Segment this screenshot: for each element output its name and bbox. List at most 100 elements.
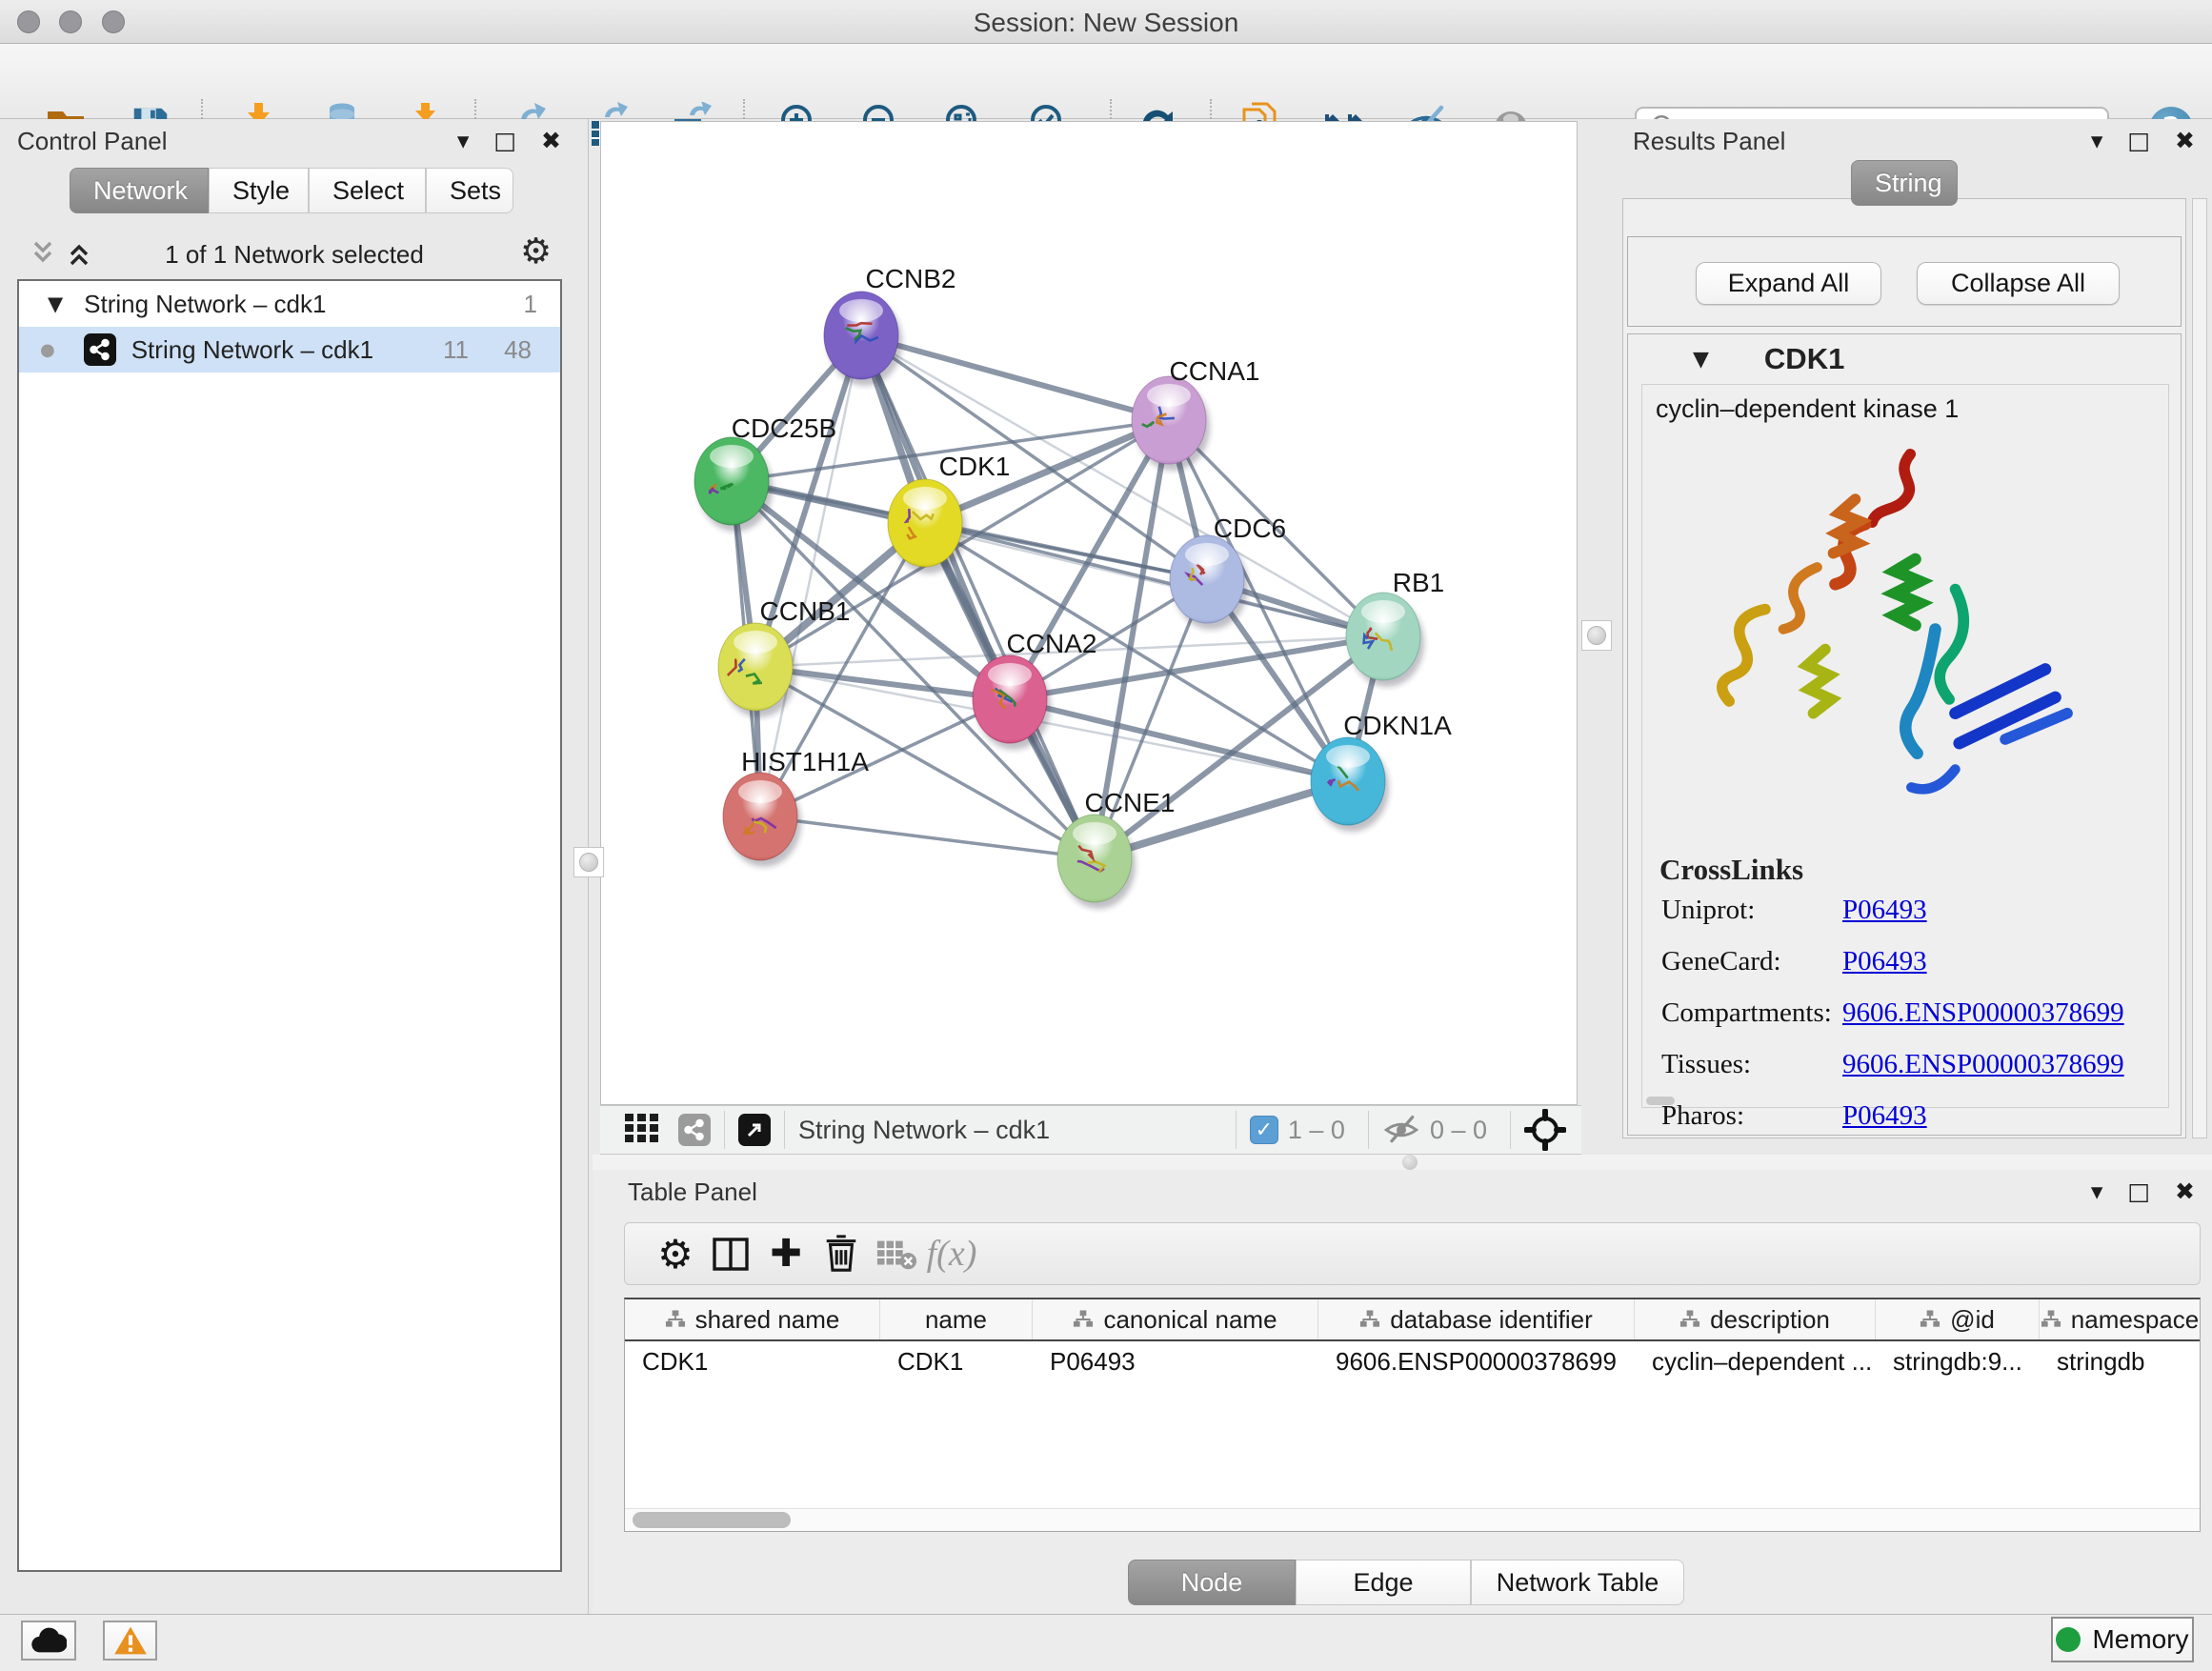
column-label: @id <box>1950 1305 1995 1335</box>
tab-sets[interactable]: Sets <box>426 168 513 213</box>
hidden-nodes-edges-count: 0 – 0 <box>1430 1116 1487 1145</box>
warning-status-button[interactable] <box>103 1621 157 1661</box>
node-CCNB1[interactable]: CCNB1 <box>718 596 850 717</box>
network-view-canvas[interactable]: CCNB2 CCNA1 CDC25B CDK1 CDC6 RB1 CCNB1 <box>600 121 1578 1105</box>
column-header[interactable]: shared name <box>625 1299 880 1339</box>
plus-icon: ✚ <box>770 1232 802 1276</box>
collapse-all-button[interactable]: Collapse All <box>1917 262 2120 305</box>
right-splitter-handle[interactable] <box>1581 620 1612 651</box>
node-CCNB2[interactable]: CCNB2 <box>824 264 955 386</box>
node-HIST1H1A[interactable]: HIST1H1A <box>723 747 869 867</box>
memory-button[interactable]: Memory <box>2051 1617 2194 1662</box>
check-icon: ✓ <box>1256 1118 1273 1142</box>
node-label-RB1: RB1 <box>1393 568 1444 597</box>
panel-close-icon[interactable]: ✖ <box>2175 1178 2195 1205</box>
tab-edge-table[interactable]: Edge Table <box>1296 1560 1471 1605</box>
tab-string[interactable]: String <box>1851 160 1958 206</box>
network-tree: ▼ String Network – cdk1 1 ● String Netwo… <box>17 279 562 1572</box>
tab-network[interactable]: Network <box>70 168 209 213</box>
tab-node-table[interactable]: Node Table <box>1128 1560 1296 1605</box>
node-CCNE1[interactable]: CCNE1 <box>1057 788 1175 909</box>
network-collection-row[interactable]: ▼ String Network – cdk1 1 <box>19 281 560 327</box>
cell-namespace[interactable]: stringdb <box>2040 1347 2200 1377</box>
cell-id[interactable]: stringdb:9... <box>1876 1347 2040 1377</box>
column-header[interactable]: @id <box>1876 1299 2040 1339</box>
crosslink-link[interactable]: 9606.ENSP00000378699 <box>1842 997 2124 1029</box>
crosslink-label: GeneCard: <box>1661 946 1781 977</box>
panel-menu-icon[interactable]: ▾ <box>2091 1178 2103 1205</box>
cell-description[interactable]: cyclin–dependent ... <box>1635 1347 1876 1377</box>
panel-menu-icon[interactable]: ▾ <box>2091 127 2103 154</box>
string-view-icon[interactable] <box>678 1114 711 1146</box>
collection-expander-icon[interactable]: ▼ <box>48 292 63 315</box>
column-label: database identifier <box>1390 1305 1592 1335</box>
node-label-HIST1H1A: HIST1H1A <box>741 747 869 776</box>
panel-float-icon[interactable]: □ <box>2127 1178 2150 1205</box>
column-header[interactable]: canonical name <box>1033 1299 1318 1339</box>
hidden-eye-slash-icon <box>1382 1114 1420 1146</box>
tab-network-table[interactable]: Network Table <box>1471 1560 1684 1605</box>
cell-name[interactable]: CDK1 <box>880 1347 1033 1377</box>
results-panel-window-buttons: ▾ □ ✖ <box>2091 127 2195 154</box>
cell-database-identifier[interactable]: 9606.ENSP00000378699 <box>1318 1347 1635 1377</box>
node-RB1[interactable]: RB1 <box>1346 568 1444 687</box>
string-network-graph[interactable]: CCNB2 CCNA1 CDC25B CDK1 CDC6 RB1 CCNB1 <box>601 122 1577 1104</box>
network-row-selected[interactable]: ● String Network – cdk1 11 48 <box>19 327 560 372</box>
column-label: namespace <box>2071 1305 2199 1335</box>
crosslink-link[interactable]: 9606.ENSP00000378699 <box>1842 1049 2124 1080</box>
crosshair-icon[interactable] <box>1524 1109 1566 1151</box>
crosslink-link[interactable]: P06493 <box>1842 895 1927 926</box>
column-header[interactable]: namespace <box>2040 1299 2200 1339</box>
left-splitter-handle[interactable] <box>573 847 604 877</box>
crosslink-link[interactable]: P06493 <box>1842 946 1927 977</box>
node-CDKN1A[interactable]: CDKN1A <box>1311 711 1452 832</box>
cell-canonical-name[interactable]: P06493 <box>1033 1347 1318 1377</box>
splitter-grip-icon[interactable] <box>1402 1155 1418 1170</box>
apply-function-button[interactable]: f(x) <box>924 1228 979 1279</box>
section-expander-icon[interactable]: ▼ <box>1693 348 1709 372</box>
table-scrollbar-track[interactable] <box>625 1508 2200 1531</box>
table-settings-button[interactable]: ⚙ <box>648 1228 703 1279</box>
network-options-gear-icon[interactable]: ⚙ <box>520 231 552 272</box>
cloud-status-button[interactable] <box>21 1621 76 1661</box>
tab-select[interactable]: Select <box>309 168 426 213</box>
panel-float-icon[interactable]: □ <box>2127 127 2150 154</box>
footer-separator <box>1510 1111 1511 1149</box>
edge-HIST1H1A-CCNE1[interactable] <box>760 816 1095 858</box>
show-columns-button[interactable] <box>703 1228 758 1279</box>
column-header[interactable]: database identifier <box>1318 1299 1635 1339</box>
memory-status-dot-icon <box>2056 1627 2081 1652</box>
column-header[interactable]: description <box>1635 1299 1876 1339</box>
expand-all-button[interactable]: Expand All <box>1696 262 1881 305</box>
edge-CCNB2-CCNA1[interactable] <box>861 335 1169 420</box>
panel-menu-icon[interactable]: ▾ <box>457 127 470 154</box>
panel-close-icon[interactable]: ✖ <box>2175 127 2195 154</box>
cell-shared-name[interactable]: CDK1 <box>625 1347 880 1377</box>
horizontal-splitter[interactable] <box>593 1155 2212 1170</box>
node-label-CCNE1: CCNE1 <box>1085 788 1176 817</box>
panel-close-icon[interactable]: ✖ <box>541 127 561 154</box>
panel-float-icon[interactable]: □ <box>493 127 516 154</box>
hierarchy-icon <box>1920 1310 1941 1329</box>
table-scrollbar-thumb[interactable] <box>633 1512 791 1528</box>
delete-table-icon <box>875 1235 917 1273</box>
gene-section-header[interactable]: ▼ CDK1 <box>1628 334 2181 384</box>
table-toolbar: ⚙ ✚ <box>624 1222 2201 1285</box>
edge-CCNB2-CCNE1[interactable] <box>861 335 1095 858</box>
delete-column-button[interactable] <box>814 1228 869 1279</box>
column-header[interactable]: name <box>880 1299 1033 1339</box>
node-label-CCNA1: CCNA1 <box>1170 356 1260 386</box>
table-row[interactable]: CDK1 CDK1 P06493 9606.ENSP00000378699 cy… <box>625 1341 2200 1381</box>
node-CCNA1[interactable]: CCNA1 <box>1132 356 1259 471</box>
edge-CCNB2-HIST1H1A[interactable] <box>760 335 861 816</box>
delete-table-button[interactable] <box>869 1228 924 1279</box>
selected-checkbox-icon[interactable]: ✓ <box>1250 1116 1278 1144</box>
birdseye-toggle-button[interactable] <box>625 1114 659 1147</box>
tab-style[interactable]: Style <box>209 168 309 213</box>
details-scroll-thumb[interactable] <box>1646 1097 1675 1105</box>
results-scrollbar-track[interactable] <box>2192 198 2207 1138</box>
open-view-in-window-button[interactable] <box>738 1114 771 1146</box>
footer-separator <box>784 1111 785 1149</box>
add-column-button[interactable]: ✚ <box>758 1228 814 1279</box>
crosslink-link[interactable]: P06493 <box>1842 1100 1927 1132</box>
